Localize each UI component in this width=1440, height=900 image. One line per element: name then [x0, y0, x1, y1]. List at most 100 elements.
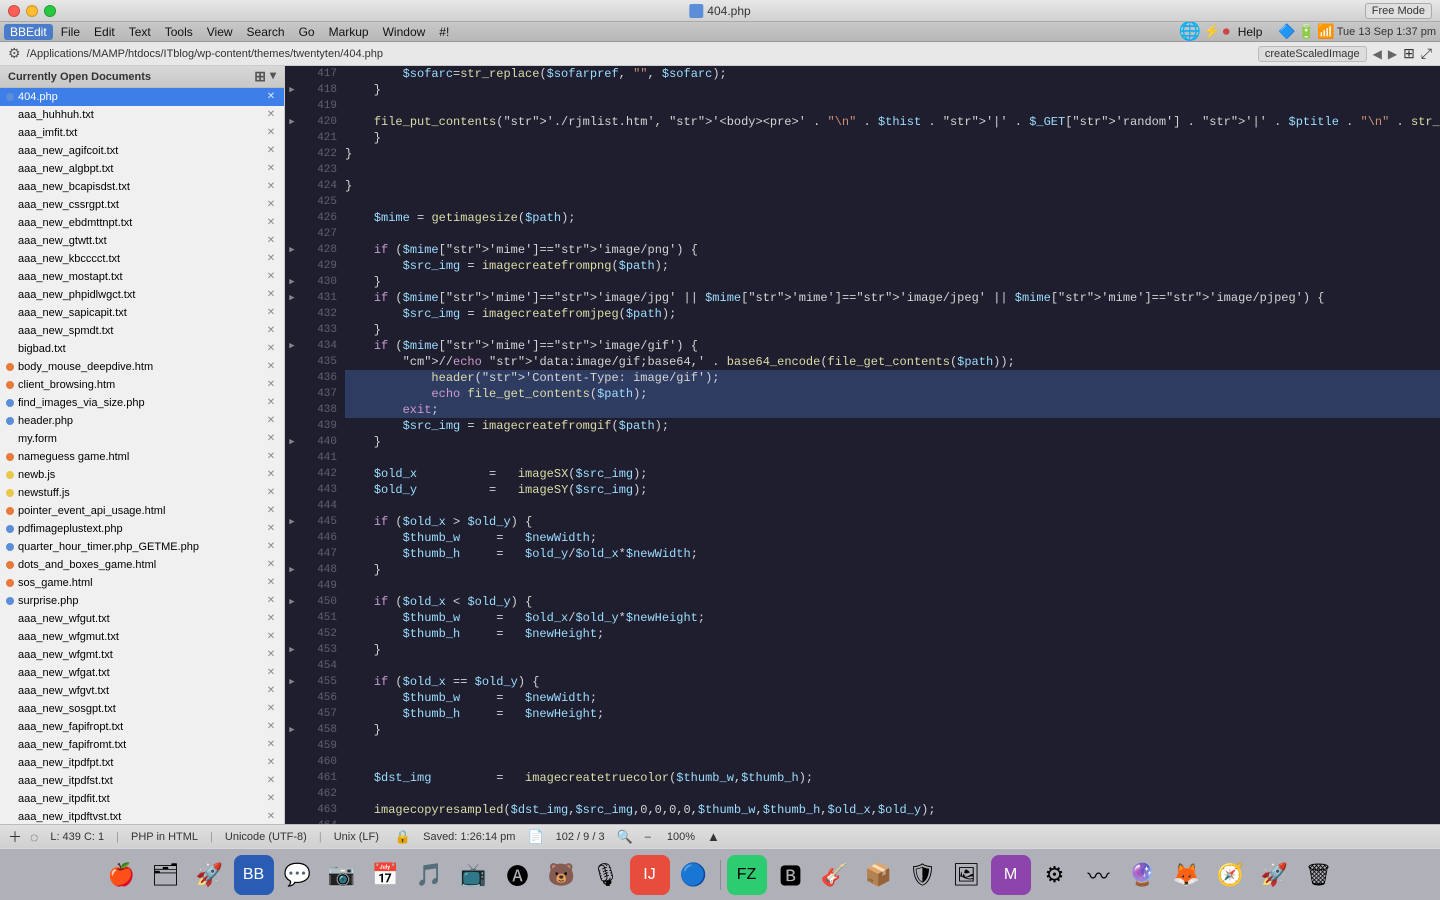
code-line[interactable]: $src_img = imagecreatefromjpeg($path); [345, 306, 1440, 322]
close-file-icon[interactable]: ✕ [264, 360, 278, 374]
close-file-icon[interactable]: ✕ [264, 486, 278, 500]
close-file-icon[interactable]: ✕ [264, 576, 278, 590]
close-file-icon[interactable]: ✕ [264, 342, 278, 356]
code-line[interactable]: } [345, 274, 1440, 290]
close-file-icon[interactable]: ✕ [264, 594, 278, 608]
code-line[interactable]: $dst_img = imagecreatetruecolor($thumb_w… [345, 770, 1440, 786]
sidebar-item[interactable]: newstuff.js✕ [0, 484, 284, 502]
close-file-icon[interactable]: ✕ [264, 126, 278, 140]
fold-indicator[interactable]: ▶ [285, 594, 299, 610]
menu-file[interactable]: File [55, 24, 86, 40]
dock-virtualbox[interactable]: 📦 [859, 855, 899, 895]
sidebar-item[interactable]: aaa_new_gtwtt.txt✕ [0, 232, 284, 250]
dock-itunes[interactable]: 🎵 [410, 855, 450, 895]
sidebar-item[interactable]: bigbad.txt✕ [0, 340, 284, 358]
sidebar-item[interactable]: aaa_new_wfgmut.txt✕ [0, 628, 284, 646]
code-line[interactable] [345, 738, 1440, 754]
menu-text[interactable]: Text [123, 24, 157, 40]
close-file-icon[interactable]: ✕ [264, 558, 278, 572]
path-expand-icon[interactable]: ⤢ [1421, 45, 1432, 62]
close-file-icon[interactable]: ✕ [264, 216, 278, 230]
status-add-icon[interactable]: ＋ [8, 827, 22, 847]
code-line[interactable] [345, 226, 1440, 242]
close-file-icon[interactable]: ✕ [264, 144, 278, 158]
code-line[interactable]: $old_y = imageSY($src_img); [345, 482, 1440, 498]
sidebar-item[interactable]: nameguess game.html✕ [0, 448, 284, 466]
code-line[interactable] [345, 498, 1440, 514]
sidebar-item[interactable]: pdfimageplustext.php✕ [0, 520, 284, 538]
close-file-icon[interactable]: ✕ [264, 414, 278, 428]
menu-view[interactable]: View [201, 24, 239, 40]
code-line[interactable] [345, 578, 1440, 594]
code-line[interactable]: if ($mime["str">'mime']=="str">'image/gi… [345, 338, 1440, 354]
status-activity-icon[interactable]: ◌ [30, 829, 38, 845]
path-nav-prev[interactable]: ◀ [1373, 47, 1382, 61]
menu-icon-globe[interactable]: 🌐 [1179, 21, 1201, 42]
function-selector[interactable]: createScaledImage [1258, 46, 1367, 62]
close-file-icon[interactable]: ✕ [264, 702, 278, 716]
sidebar-item[interactable]: aaa_new_wfgvt.txt✕ [0, 682, 284, 700]
code-line[interactable]: $thumb_h = $old_y/$old_x*$newWidth; [345, 546, 1440, 562]
sidebar-item[interactable]: 404.php✕ [0, 88, 284, 106]
menu-icon-circle[interactable]: ⚡ [1203, 23, 1220, 40]
code-line[interactable]: "cm">//echo "str">'data:image/gif;base64… [345, 354, 1440, 370]
fold-indicator[interactable]: ▶ [285, 722, 299, 738]
close-file-icon[interactable]: ✕ [264, 198, 278, 212]
sidebar-item[interactable]: aaa_new_wfgut.txt✕ [0, 610, 284, 628]
fold-indicator[interactable]: ▶ [285, 290, 299, 306]
status-zoom-icon[interactable]: 🔍 [617, 829, 633, 845]
dock-waveform[interactable]: 〰 [1079, 855, 1119, 895]
close-file-icon[interactable]: ✕ [264, 612, 278, 626]
code-line[interactable]: $src_img = imagecreatefrompng($path); [345, 258, 1440, 274]
dock-appstore[interactable]: 🅐 [498, 855, 538, 895]
close-file-icon[interactable]: ✕ [264, 306, 278, 320]
menu-markup[interactable]: Markup [323, 24, 375, 40]
fold-indicator[interactable]: ▶ [285, 562, 299, 578]
code-line[interactable] [345, 98, 1440, 114]
sidebar-item[interactable]: my.form✕ [0, 430, 284, 448]
fold-indicator[interactable]: ▶ [285, 114, 299, 130]
close-file-icon[interactable]: ✕ [264, 774, 278, 788]
close-file-icon[interactable]: ✕ [264, 108, 278, 122]
dock-bear[interactable]: 🐻 [542, 855, 582, 895]
fold-indicator[interactable]: ▶ [285, 642, 299, 658]
close-file-icon[interactable]: ✕ [264, 90, 278, 104]
close-file-icon[interactable]: ✕ [264, 288, 278, 302]
code-line[interactable]: $mime = getimagesize($path); [345, 210, 1440, 226]
close-file-icon[interactable]: ✕ [264, 378, 278, 392]
fold-indicator[interactable]: ▶ [285, 434, 299, 450]
dock-apple[interactable]: 🍎 [102, 855, 142, 895]
code-line[interactable] [345, 658, 1440, 674]
code-line[interactable]: $sofarc=str_replace($sofarpref, "", $sof… [345, 66, 1440, 82]
close-file-icon[interactable]: ✕ [264, 180, 278, 194]
sidebar-item[interactable]: aaa_new_fapifromt.txt✕ [0, 736, 284, 754]
code-line[interactable]: } [345, 434, 1440, 450]
code-line[interactable] [345, 194, 1440, 210]
sidebar-item[interactable]: aaa_huhhuh.txt✕ [0, 106, 284, 124]
dock-appletv[interactable]: 📺 [454, 855, 494, 895]
close-file-icon[interactable]: ✕ [264, 738, 278, 752]
menu-tools[interactable]: Tools [159, 24, 199, 40]
sidebar-item[interactable]: aaa_new_sosgpt.txt✕ [0, 700, 284, 718]
code-line[interactable]: if ($mime["str">'mime']=="str">'image/jp… [345, 290, 1440, 306]
code-line[interactable]: } [345, 130, 1440, 146]
code-line[interactable]: } [345, 562, 1440, 578]
sidebar-item[interactable]: aaa_new_agifcoit.txt✕ [0, 142, 284, 160]
path-view-icon[interactable]: ⊞ [1403, 45, 1415, 62]
sidebar-item[interactable]: aaa_new_phpidlwgct.txt✕ [0, 286, 284, 304]
code-line[interactable] [345, 450, 1440, 466]
code-line[interactable]: $thumb_w = $newWidth; [345, 530, 1440, 546]
code-line[interactable]: if ($old_x > $old_y) { [345, 514, 1440, 530]
code-line[interactable]: if ($old_x == $old_y) { [345, 674, 1440, 690]
dock-browserstack[interactable]: 🅱 [771, 855, 811, 895]
fold-indicator[interactable]: ▶ [285, 82, 299, 98]
status-lineending[interactable]: Unix (LF) [330, 831, 383, 843]
close-file-icon[interactable]: ✕ [264, 450, 278, 464]
sidebar-item[interactable]: aaa_new_itpdftvst.txt✕ [0, 808, 284, 824]
status-language[interactable]: PHP in HTML [127, 831, 202, 843]
dock-messages[interactable]: 💬 [278, 855, 318, 895]
menu-bbedit[interactable]: BBEdit [4, 24, 53, 40]
sidebar-item[interactable]: dots_and_boxes_game.html✕ [0, 556, 284, 574]
code-line[interactable]: if ($old_x < $old_y) { [345, 594, 1440, 610]
dock-vmware[interactable]: ⚙ [1035, 855, 1075, 895]
